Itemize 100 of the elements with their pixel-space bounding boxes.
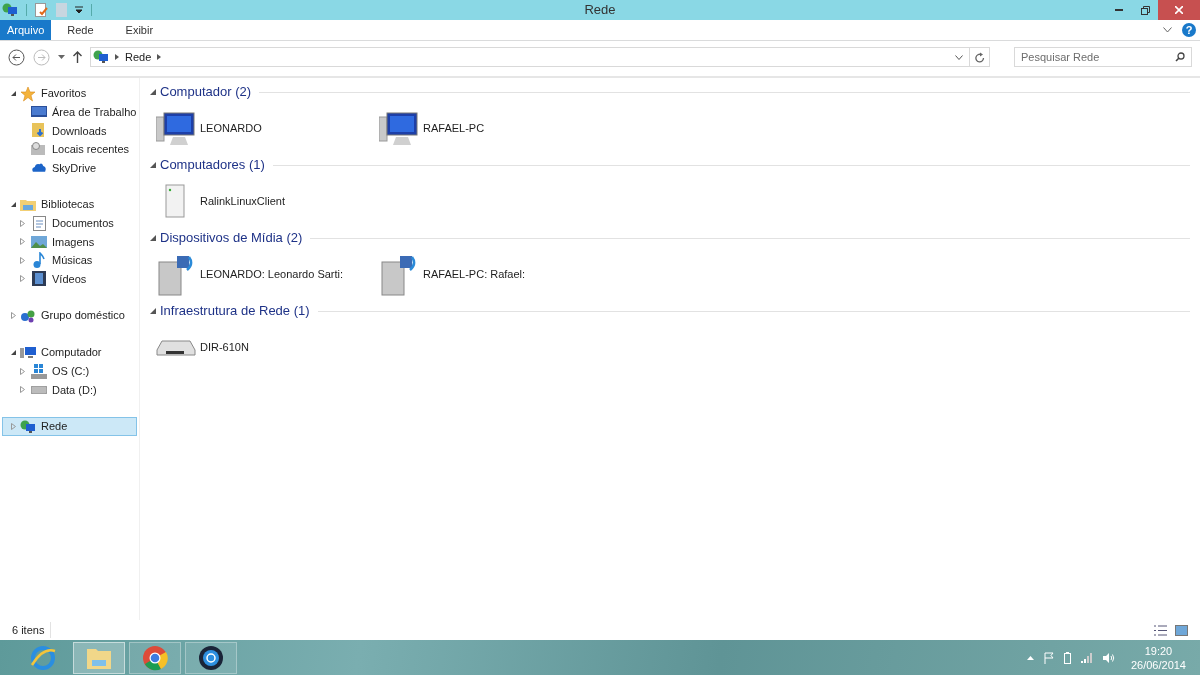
download-folder-icon bbox=[32, 123, 46, 139]
show-hidden-icons-icon[interactable] bbox=[1026, 655, 1034, 660]
address-bar[interactable]: Rede bbox=[90, 47, 990, 67]
network-device[interactable]: LEONARDO bbox=[150, 110, 373, 147]
collapsed-arrow-icon[interactable] bbox=[19, 386, 26, 394]
dropdown-icon[interactable] bbox=[58, 55, 65, 59]
collapse-arrow-icon[interactable] bbox=[150, 162, 156, 168]
device-name: RalinkLinuxClient bbox=[200, 194, 285, 210]
close-icon bbox=[1175, 6, 1183, 14]
dropdown-icon[interactable] bbox=[75, 6, 83, 14]
ribbon-tab[interactable]: Exibir bbox=[109, 20, 170, 40]
star-icon bbox=[20, 85, 36, 102]
chrome-browser-icon bbox=[142, 644, 168, 671]
tree-item[interactable]: Data (D:) bbox=[2, 380, 139, 399]
network-device[interactable]: LEONARDO: Leonardo Sarti: bbox=[150, 253, 373, 296]
collapsed-arrow-icon[interactable] bbox=[19, 219, 26, 227]
chevron-down-icon[interactable] bbox=[1163, 27, 1172, 33]
collapsed-arrow-icon[interactable] bbox=[19, 256, 26, 264]
signal-bars-icon[interactable] bbox=[1080, 652, 1093, 663]
tree-item[interactable]: OS (C:) bbox=[2, 362, 139, 381]
cloud-icon bbox=[31, 162, 47, 174]
network-device[interactable]: DIR-610N bbox=[150, 337, 373, 358]
properties-icon[interactable] bbox=[35, 3, 48, 17]
minimize-icon bbox=[1115, 9, 1123, 11]
computer-monitor-icon bbox=[156, 110, 196, 147]
recent-places-icon bbox=[31, 142, 47, 157]
collapsed-arrow-icon[interactable] bbox=[19, 367, 26, 375]
search-field[interactable]: Pesquisar Rede bbox=[1014, 47, 1192, 67]
breadcrumb-arrow-icon[interactable] bbox=[115, 54, 119, 60]
computer-monitor-icon bbox=[379, 110, 419, 147]
device-name: RAFAEL-PC bbox=[423, 121, 485, 137]
homegroup-icon bbox=[20, 308, 36, 323]
collapsed-arrow-icon[interactable] bbox=[19, 238, 26, 246]
network-icon bbox=[2, 3, 18, 17]
group-header[interactable]: Infraestrutura de Rede (1) bbox=[160, 301, 310, 321]
tree-item[interactable]: Computador bbox=[2, 343, 137, 362]
chevron-down-icon[interactable] bbox=[955, 54, 963, 60]
network-icon bbox=[93, 50, 109, 64]
restore-icon bbox=[1140, 5, 1150, 15]
windows-drive-icon bbox=[31, 363, 47, 379]
battery-icon[interactable] bbox=[1063, 651, 1071, 664]
computer-icon bbox=[20, 345, 36, 360]
speaker-icon[interactable] bbox=[1102, 651, 1115, 664]
drive-icon bbox=[31, 385, 47, 394]
network-device[interactable]: RAFAEL-PC bbox=[373, 110, 596, 147]
group-header[interactable]: Dispositivos de Mídia (2) bbox=[160, 228, 303, 248]
power-disc-icon bbox=[198, 644, 224, 671]
flag-icon[interactable] bbox=[1043, 651, 1054, 664]
media-device-icon bbox=[380, 253, 418, 296]
ribbon-tab[interactable]: Rede bbox=[51, 20, 110, 40]
group-header[interactable]: Computadores (1) bbox=[160, 155, 265, 175]
breadcrumb-arrow-icon[interactable] bbox=[157, 54, 162, 60]
tree-item[interactable]: Favoritos bbox=[2, 84, 137, 103]
refresh-icon[interactable] bbox=[974, 51, 985, 63]
document-icon bbox=[32, 215, 46, 231]
folder-icon bbox=[20, 197, 36, 212]
group-header[interactable]: Computador (2) bbox=[160, 82, 252, 102]
up-arrow-icon[interactable] bbox=[73, 51, 82, 63]
router-icon bbox=[156, 337, 196, 358]
tree-item[interactable]: SkyDrive bbox=[2, 158, 139, 177]
device-name: LEONARDO: Leonardo Sarti: bbox=[200, 267, 344, 283]
network-device[interactable]: RalinkLinuxClient bbox=[150, 183, 373, 220]
thumbnail-view-icon[interactable] bbox=[1175, 624, 1188, 636]
expanded-arrow-icon[interactable] bbox=[10, 349, 17, 356]
window-title: Rede bbox=[584, 2, 616, 18]
back-icon[interactable] bbox=[8, 48, 25, 66]
picture-icon bbox=[31, 235, 47, 248]
expanded-arrow-icon[interactable] bbox=[10, 90, 17, 97]
film-icon bbox=[32, 271, 46, 287]
network-icon bbox=[20, 419, 36, 434]
tree-item[interactable]: Rede bbox=[2, 417, 137, 436]
music-note-icon bbox=[33, 252, 45, 269]
breadcrumb[interactable]: Rede bbox=[125, 48, 152, 66]
tree-item[interactable]: Locais recentes bbox=[2, 140, 139, 159]
collapsed-arrow-icon[interactable] bbox=[10, 312, 17, 319]
browser-e-icon bbox=[30, 644, 56, 671]
taskbar-button[interactable] bbox=[185, 641, 237, 674]
expanded-arrow-icon[interactable] bbox=[10, 201, 17, 208]
tree-item[interactable]: Downloads bbox=[2, 121, 139, 140]
collapse-arrow-icon[interactable] bbox=[150, 89, 156, 95]
tree-item[interactable]: Grupo doméstico bbox=[2, 306, 137, 325]
network-device[interactable]: RAFAEL-PC: Rafael: bbox=[373, 253, 596, 296]
details-view-icon[interactable] bbox=[1154, 624, 1167, 636]
tree-item[interactable]: Bibliotecas bbox=[2, 195, 137, 214]
device-name: DIR-610N bbox=[200, 340, 249, 356]
device-name: RAFAEL-PC: Rafael: bbox=[423, 267, 526, 283]
tree-item[interactable]: Vídeos bbox=[2, 269, 139, 288]
collapse-arrow-icon[interactable] bbox=[150, 235, 156, 241]
tree-item[interactable]: Músicas bbox=[2, 251, 139, 270]
device-name: LEONARDO bbox=[200, 121, 262, 137]
tree-item[interactable]: Área de Trabalho bbox=[2, 103, 139, 122]
collapsed-arrow-icon[interactable] bbox=[19, 275, 26, 283]
media-device-icon bbox=[157, 253, 195, 296]
ribbon-tab[interactable]: Arquivo bbox=[0, 20, 52, 40]
search-icon bbox=[1175, 52, 1185, 62]
help-button[interactable]: ? bbox=[1182, 23, 1196, 37]
collapse-arrow-icon[interactable] bbox=[150, 308, 156, 314]
tree-item[interactable]: Imagens bbox=[2, 232, 139, 251]
item-count: 6 itens bbox=[12, 621, 52, 639]
tree-item[interactable]: Documentos bbox=[2, 214, 139, 233]
